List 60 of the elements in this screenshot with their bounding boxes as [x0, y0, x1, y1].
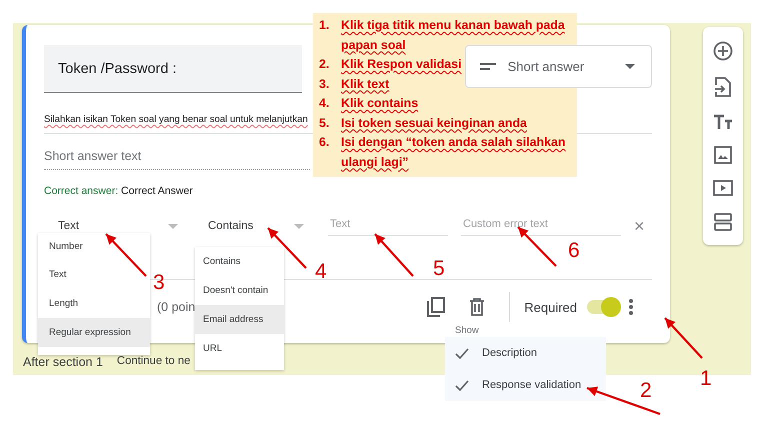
close-button[interactable]: ×: [634, 217, 645, 235]
step-number: 4.: [319, 95, 330, 112]
step-number-label: 2: [640, 380, 652, 402]
section-icon[interactable]: [714, 212, 732, 231]
validation-type-dropdown[interactable]: Text: [44, 216, 178, 236]
add-icon[interactable]: [713, 41, 733, 62]
short-answer-field: Short answer text: [44, 149, 310, 170]
menu-item[interactable]: Number: [38, 233, 150, 260]
step-number: 5.: [319, 114, 330, 132]
step-number-label: 4: [315, 261, 327, 283]
step-number: 6.: [319, 134, 330, 151]
step-text: Klik text: [341, 76, 390, 92]
step-number: 1.: [319, 17, 330, 34]
caret-icon: [625, 64, 635, 69]
show-menu-heading: Show: [455, 325, 479, 336]
menu-item[interactable]: Regular expression: [38, 318, 150, 347]
more-options-icon[interactable]: [629, 299, 633, 315]
step-number-label: 3: [153, 272, 165, 294]
import-icon[interactable]: [715, 77, 731, 98]
arrow: [664, 317, 703, 359]
step-number: 3.: [319, 76, 330, 92]
step-number: 2.: [319, 56, 330, 73]
after-section-label: After section 1: [23, 355, 103, 369]
image-icon[interactable]: [714, 146, 732, 164]
section-navigation-dropdown[interactable]: Continue to ne: [116, 355, 190, 369]
title-text-icon[interactable]: [713, 114, 733, 130]
menu-item[interactable]: Text: [38, 260, 150, 289]
step-text: Klik contains: [341, 95, 418, 112]
menu-item[interactable]: Description: [445, 337, 606, 369]
question-title-field[interactable]: Token /Password :: [44, 45, 302, 93]
arrow: [517, 226, 557, 267]
trash-icon[interactable]: [469, 298, 486, 316]
points-text: (0 poin: [157, 300, 196, 314]
arrow: [267, 227, 307, 269]
validation-condition-dropdown[interactable]: Contains: [200, 216, 304, 236]
arrow: [374, 233, 414, 277]
question-description[interactable]: Silahkan isikan Token soal yang benar soal untuk melanjutkan: [44, 114, 308, 125]
step-text: Isi dengan “token anda salah silahkan ulangi lagi”: [341, 134, 566, 171]
step-number-label: 1: [700, 368, 712, 390]
step-text: Isi token sesuai keinginan anda: [341, 114, 527, 132]
caret-icon: [294, 224, 304, 228]
short-text-icon: [480, 62, 496, 70]
validation-text-field[interactable]: Text: [328, 216, 448, 236]
custom-error-field[interactable]: Custom error text: [461, 216, 621, 236]
step-number-label: 5: [433, 258, 445, 280]
menu-item[interactable]: Contains: [195, 247, 284, 276]
arrow: [105, 233, 147, 277]
correct-answer-text: Correct answer: Correct Answer: [44, 185, 194, 197]
menu-item[interactable]: Email address: [195, 305, 284, 334]
menu-item[interactable]: Length: [38, 289, 150, 318]
menu-item[interactable]: Response validation: [445, 369, 606, 401]
menu-item[interactable]: Doesn't contain: [195, 276, 284, 305]
menu-item[interactable]: URL: [195, 334, 284, 363]
step-text: Klik Respon validasi: [341, 56, 462, 73]
caret-icon: [168, 224, 178, 228]
video-icon[interactable]: [713, 180, 733, 196]
question-type-dropdown[interactable]: Short answer: [464, 45, 652, 88]
step-number-label: 6: [568, 240, 580, 262]
required-label: Required: [524, 300, 577, 314]
copy-icon[interactable]: [427, 297, 446, 317]
